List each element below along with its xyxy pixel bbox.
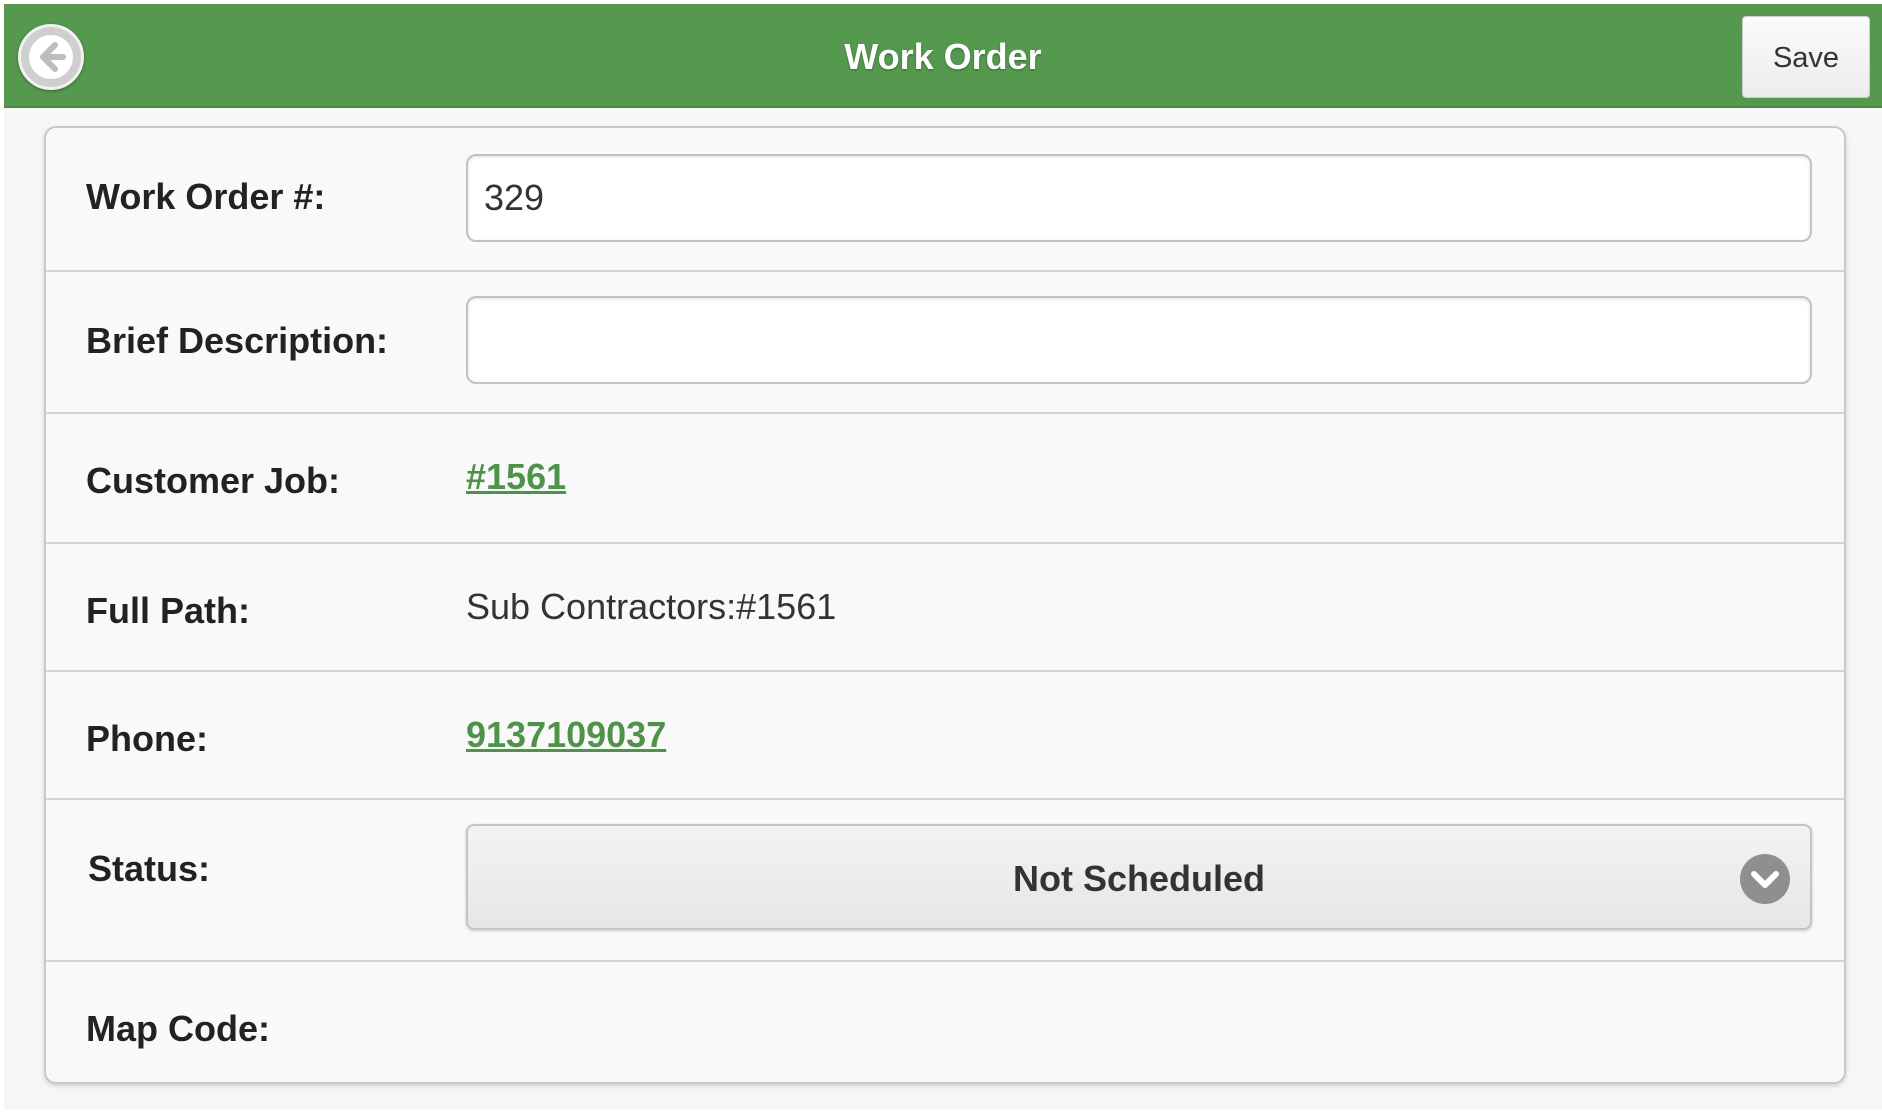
- form-card: Work Order #: Brief Description: Custome…: [44, 126, 1846, 1084]
- customer-job-label: Customer Job:: [86, 460, 341, 501]
- brief-description-label: Brief Description:: [86, 320, 389, 361]
- page-title: Work Order: [844, 36, 1042, 77]
- status-value: Not Scheduled: [1012, 858, 1266, 899]
- customer-job-link[interactable]: #1561: [466, 456, 566, 498]
- brief-description-row: Brief Description:: [46, 272, 1844, 414]
- phone-label: Phone:: [86, 718, 208, 759]
- work-order-label: Work Order #:: [86, 176, 326, 217]
- chevron-down-icon: [1740, 854, 1790, 904]
- customer-job-row: Customer Job: #1561: [46, 414, 1844, 544]
- phone-link[interactable]: 9137109037: [466, 714, 666, 756]
- work-order-page: Work Order Save Work Order #: Brief Desc…: [4, 4, 1882, 1110]
- map-code-label: Map Code:: [86, 1008, 270, 1049]
- full-path-row: Full Path: Sub Contractors:#1561: [46, 544, 1844, 672]
- work-order-row: Work Order #:: [46, 128, 1844, 272]
- save-button[interactable]: Save: [1742, 16, 1870, 98]
- work-order-input[interactable]: [466, 154, 1812, 242]
- full-path-value: Sub Contractors:#1561: [466, 586, 837, 627]
- status-label: Status:: [88, 848, 211, 889]
- brief-description-input[interactable]: [466, 296, 1812, 384]
- status-row: Status: Not Scheduled: [46, 800, 1844, 962]
- full-path-label: Full Path:: [86, 590, 250, 631]
- phone-row: Phone: 9137109037: [46, 672, 1844, 800]
- header-bar: Work Order Save: [4, 4, 1882, 108]
- status-select[interactable]: Not Scheduled: [466, 824, 1812, 930]
- map-code-row: Map Code:: [46, 962, 1844, 1082]
